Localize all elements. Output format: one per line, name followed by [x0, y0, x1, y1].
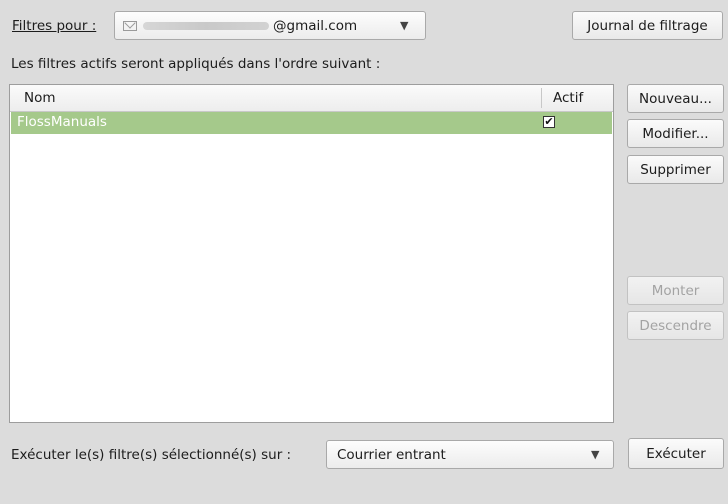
folder-value: Courrier entrant — [337, 446, 446, 463]
move-up-label: Monter — [651, 282, 700, 299]
folder-select[interactable]: Courrier entrant ▼ — [326, 440, 614, 469]
new-filter-label: Nouveau... — [639, 90, 712, 107]
delete-filter-label: Supprimer — [640, 161, 711, 178]
mail-icon — [123, 20, 137, 31]
active-checkbox[interactable]: ✔ — [543, 116, 555, 128]
filter-row[interactable]: FlossManuals ✔ — [11, 112, 612, 134]
delete-filter-button[interactable]: Supprimer — [627, 155, 724, 184]
run-button[interactable]: Exécuter — [628, 438, 724, 469]
dropdown-arrow-icon: ▼ — [400, 19, 409, 32]
filter-log-button[interactable]: Journal de filtrage — [572, 11, 723, 40]
column-header-name[interactable]: Nom — [24, 90, 56, 106]
column-header-active[interactable]: Actif — [553, 90, 583, 106]
filter-name: FlossManuals — [17, 114, 107, 130]
new-filter-button[interactable]: Nouveau... — [627, 84, 724, 113]
account-select[interactable]: @gmail.com ▼ — [114, 11, 426, 40]
edit-filter-button[interactable]: Modifier... — [627, 119, 724, 148]
column-separator — [541, 88, 542, 108]
list-caption: Les filtres actifs seront appliqués dans… — [11, 56, 381, 72]
move-up-button[interactable]: Monter — [627, 276, 724, 305]
dropdown-arrow-icon: ▼ — [591, 448, 600, 461]
move-down-button[interactable]: Descendre — [627, 311, 724, 340]
account-email: @gmail.com — [273, 17, 358, 34]
list-header: Nom Actif — [10, 85, 613, 112]
edit-filter-label: Modifier... — [642, 125, 709, 142]
move-down-label: Descendre — [639, 317, 712, 334]
filter-log-label: Journal de filtrage — [587, 17, 708, 34]
run-label: Exécuter — [646, 445, 706, 462]
redacted-email-prefix — [143, 21, 269, 30]
filters-for-label: Filtres pour : — [12, 18, 97, 34]
filter-list[interactable]: Nom Actif FlossManuals ✔ — [9, 84, 614, 423]
run-filters-label: Exécuter le(s) filtre(s) sélectionné(s) … — [11, 447, 292, 463]
